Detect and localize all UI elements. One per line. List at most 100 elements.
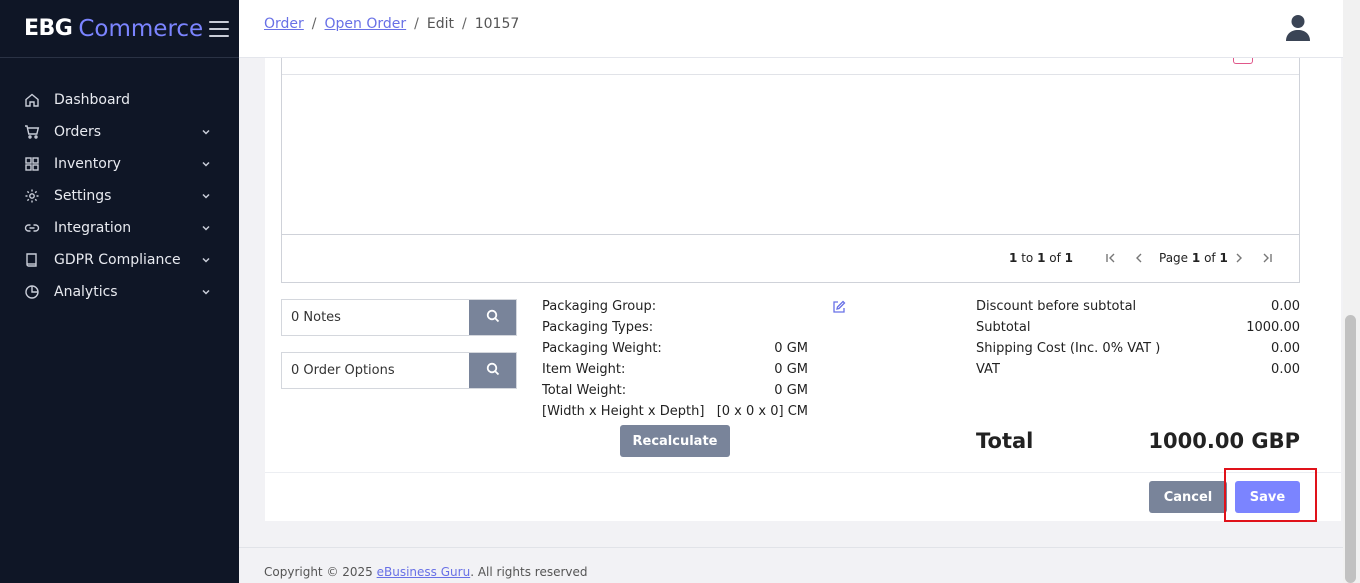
page-label: Page (1159, 251, 1189, 265)
sidebar-item-integration[interactable]: Integration (0, 212, 239, 244)
topbar: Order / Open Order / Edit / 10157 (239, 0, 1343, 58)
order-options-search-group (281, 352, 517, 389)
shipping-label: Shipping Cost (Inc. 0% VAT ) (976, 341, 1161, 356)
edit-packaging-icon[interactable] (832, 300, 846, 314)
brand-commerce-text: Commerce (78, 15, 204, 42)
hamburger-menu-icon[interactable] (209, 20, 230, 37)
packaging-weight-value: 0 GM (774, 341, 808, 356)
packaging-types-label: Packaging Types: (542, 320, 654, 335)
sidebar-item-label: Analytics (54, 284, 118, 300)
sidebar-item-settings[interactable]: Settings (0, 180, 239, 212)
sidebar-item-label: GDPR Compliance (54, 252, 181, 268)
page-indicator: Page 1 of 1 (1159, 251, 1228, 265)
row-count-from: 1 (1009, 251, 1018, 265)
copyright-prefix: Copyright © 2025 (264, 565, 377, 579)
notes-search-button[interactable] (469, 300, 516, 335)
recalculate-button[interactable]: Recalculate (620, 425, 730, 457)
brand-ebg-text: EBG (24, 16, 73, 41)
subtotal-row: Subtotal 1000.00 (976, 320, 1300, 340)
chevron-down-icon (201, 223, 211, 233)
breadcrumb-separator: / (462, 16, 467, 32)
shipping-value: 0.00 (1271, 341, 1300, 356)
order-options-input[interactable] (282, 353, 469, 388)
delete-icon[interactable] (1233, 58, 1253, 64)
sidebar-item-gdpr-compliance[interactable]: GDPR Compliance (0, 244, 239, 276)
subtotal-value: 1000.00 (1246, 320, 1300, 335)
last-page-icon[interactable] (1260, 251, 1274, 265)
copyright-suffix: . All rights reserved (470, 565, 588, 579)
page-footer: Copyright © 2025 eBusiness Guru. All rig… (239, 547, 1343, 583)
notes-search-group (281, 299, 517, 336)
grid-header-divider (282, 74, 1299, 75)
sidebar-item-inventory[interactable]: Inventory (0, 148, 239, 180)
subtotal-label: Subtotal (976, 320, 1031, 335)
item-weight-value: 0 GM (774, 362, 808, 377)
grand-total-value: 1000.00 GBP (1148, 429, 1300, 453)
next-page-icon[interactable] (1232, 251, 1246, 265)
sidebar-item-dashboard[interactable]: Dashboard (0, 84, 239, 116)
dimensions-value: [0 x 0 x 0] CM (716, 404, 808, 419)
vat-row: VAT 0.00 (976, 362, 1300, 382)
packaging-weight-label: Packaging Weight: (542, 341, 662, 356)
cancel-button[interactable]: Cancel (1149, 481, 1227, 513)
link-icon (24, 220, 40, 236)
discount-row: Discount before subtotal 0.00 (976, 299, 1300, 319)
home-icon (24, 92, 40, 108)
user-avatar-icon[interactable] (1285, 14, 1311, 42)
previous-page-icon[interactable] (1132, 251, 1146, 265)
grid-icon (24, 156, 40, 172)
copyright-text: Copyright © 2025 eBusiness Guru. All rig… (264, 565, 588, 579)
brand-logo[interactable]: EBG Commerce (0, 0, 239, 58)
sidebar-item-orders[interactable]: Orders (0, 116, 239, 148)
sidebar-item-label: Settings (54, 188, 112, 204)
chevron-down-icon (201, 191, 211, 201)
item-weight-label: Item Weight: (542, 362, 626, 377)
row-count-summary: 1 to 1 of 1 (1009, 251, 1073, 265)
save-button[interactable]: Save (1235, 481, 1300, 513)
page-current: 1 (1191, 251, 1201, 265)
breadcrumb-order-id: 10157 (474, 16, 520, 32)
row-count-to-label: to (1021, 251, 1034, 265)
shipping-row: Shipping Cost (Inc. 0% VAT ) 0.00 (976, 341, 1300, 361)
chevron-down-icon (201, 159, 211, 169)
breadcrumb: Order / Open Order / Edit / 10157 (264, 16, 519, 32)
sidebar-item-label: Integration (54, 220, 132, 236)
sidebar-item-label: Inventory (54, 156, 121, 172)
page-total: 1 (1219, 251, 1228, 265)
chevron-down-icon (201, 287, 211, 297)
vat-value: 0.00 (1271, 362, 1300, 377)
packaging-group-label: Packaging Group: (542, 299, 657, 314)
discount-value: 0.00 (1271, 299, 1300, 314)
ebusiness-guru-link[interactable]: eBusiness Guru (377, 565, 471, 579)
notes-input[interactable] (282, 300, 469, 335)
book-icon (24, 252, 40, 268)
first-page-icon[interactable] (1104, 251, 1118, 265)
total-weight-label: Total Weight: (542, 383, 627, 398)
vat-label: VAT (976, 362, 1000, 377)
search-icon (486, 309, 500, 327)
sidebar-item-label: Orders (54, 124, 102, 140)
scrollbar-thumb[interactable] (1345, 315, 1356, 583)
breadcrumb-separator: / (414, 16, 419, 32)
discount-label: Discount before subtotal (976, 299, 1137, 314)
total-weight-value: 0 GM (774, 383, 808, 398)
grid-pagination: 1 to 1 of 1 Page 1 of 1 (282, 234, 1299, 282)
order-items-grid: 1 to 1 of 1 Page 1 of 1 (281, 58, 1300, 283)
row-count-total: 1 (1064, 251, 1074, 265)
chevron-down-icon (201, 255, 211, 265)
breadcrumb-order-link[interactable]: Order (264, 16, 304, 32)
order-options-search-button[interactable] (469, 353, 516, 388)
chevron-down-icon (201, 127, 211, 137)
sidebar-item-label: Dashboard (54, 92, 130, 108)
cart-icon (24, 124, 40, 140)
row-count-to: 1 (1037, 251, 1046, 265)
grand-total-row: Total 1000.00 GBP (976, 429, 1300, 457)
breadcrumb-edit: Edit (426, 16, 454, 32)
pie-chart-icon (24, 284, 40, 300)
dimensions-label: [Width x Height x Depth] (542, 404, 705, 419)
row-count-of-label: of (1049, 251, 1061, 265)
sidebar-item-analytics[interactable]: Analytics (0, 276, 239, 308)
breadcrumb-open-order-link[interactable]: Open Order (325, 16, 407, 32)
card-footer-divider (265, 472, 1341, 473)
sidebar: EBG Commerce Dashboard Orders Inventory (0, 0, 239, 583)
